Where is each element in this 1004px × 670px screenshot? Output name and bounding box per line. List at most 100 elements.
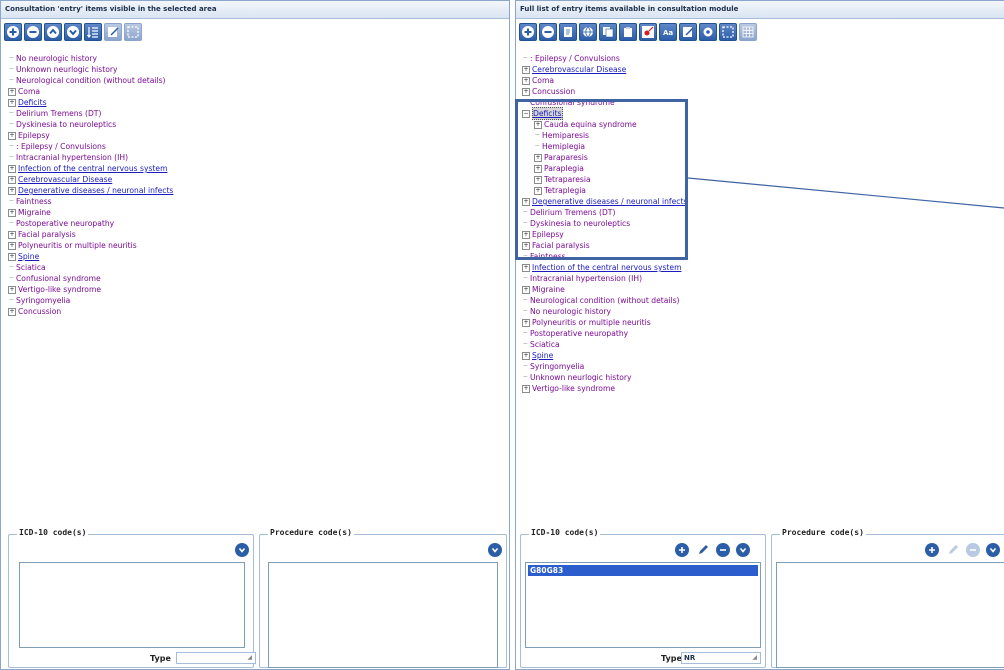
edit-button[interactable] <box>679 23 697 41</box>
expand-icon[interactable]: + <box>8 252 16 261</box>
tree-item-label[interactable]: Migraine <box>18 207 51 218</box>
tree-item-label[interactable]: Vertigo-like syndrome <box>18 284 101 295</box>
left-icd-list[interactable] <box>19 562 245 648</box>
tree-item-label[interactable]: Sciatica <box>16 262 46 273</box>
tree-item[interactable]: ┄ Dyskinesia to neuroleptics <box>7 119 173 130</box>
tree-item[interactable]: ┄ Postoperative neuropathy <box>521 328 687 339</box>
right-icd-add-button[interactable] <box>675 543 689 557</box>
expand-icon[interactable]: + <box>522 318 530 327</box>
left-procedure-list[interactable] <box>268 562 498 668</box>
tree-item-label[interactable]: Spine <box>532 350 553 361</box>
expand-icon[interactable]: + <box>8 186 16 195</box>
tree-item-label[interactable]: Confusional syndrome <box>16 273 101 284</box>
tree-item[interactable]: + Infection of the central nervous system <box>7 163 173 174</box>
select-area-button[interactable] <box>719 23 737 41</box>
tree-item-label[interactable]: Spine <box>18 251 39 262</box>
expand-icon[interactable]: + <box>8 208 16 217</box>
tree-item-label[interactable]: Syringomyelia <box>530 361 584 372</box>
expand-icon[interactable]: + <box>8 87 16 96</box>
tree-item[interactable]: + Migraine <box>7 207 173 218</box>
tree-item-label[interactable]: Cerebrovascular Disease <box>18 174 112 185</box>
right-type-select[interactable]: NR ◢ <box>681 652 761 664</box>
right-procedure-list[interactable] <box>776 562 1004 668</box>
right-icd-down-button[interactable] <box>736 543 750 557</box>
tree-item[interactable]: + Vertigo-like syndrome <box>521 383 687 394</box>
tree-item[interactable]: ┄ Neurological condition (without details… <box>7 75 173 86</box>
tree-item-label[interactable]: Coma <box>532 75 554 86</box>
expand-icon[interactable]: + <box>8 230 16 239</box>
left-type-select[interactable]: ◢ <box>176 652 256 664</box>
tree-item[interactable]: ┄ Syringomyelia <box>521 361 687 372</box>
tree-item-label[interactable]: Faintness <box>16 196 52 207</box>
expand-icon[interactable]: + <box>522 87 530 96</box>
tree-item[interactable]: ┄ No neurologic history <box>7 53 173 64</box>
tree-item[interactable]: ┄ Intracranial hypertension (IH) <box>521 273 687 284</box>
tree-item-label[interactable]: Deficits <box>18 97 47 108</box>
tree-item[interactable]: ┄ Syringomyelia <box>7 295 173 306</box>
tree-item[interactable]: + Concussion <box>7 306 173 317</box>
tree-item[interactable]: + Spine <box>521 350 687 361</box>
expand-icon[interactable]: + <box>8 98 16 107</box>
tree-item[interactable]: + Deficits <box>7 97 173 108</box>
tree-item[interactable]: ┄ Unknown neurlogic history <box>7 64 173 75</box>
tree-item[interactable]: ┄ Delirium Tremens (DT) <box>7 108 173 119</box>
tree-item[interactable]: ┄ Sciatica <box>521 339 687 350</box>
tree-item[interactable]: + Polyneuritis or multiple neuritis <box>7 240 173 251</box>
expand-icon[interactable]: + <box>522 285 530 294</box>
tree-item-label[interactable]: Migraine <box>532 284 565 295</box>
tree-item[interactable]: ┄ Postoperative neuropathy <box>7 218 173 229</box>
right-procedure-remove-button[interactable] <box>966 543 980 557</box>
tree-item-label[interactable]: Syringomyelia <box>16 295 70 306</box>
expand-icon[interactable]: + <box>522 384 530 393</box>
tree-item[interactable]: + Degenerative diseases / neuronal infect… <box>7 185 173 196</box>
pencil-icon[interactable] <box>946 543 960 557</box>
expand-icon[interactable]: + <box>522 263 530 272</box>
tree-item-label[interactable]: Coma <box>18 86 40 97</box>
expand-icon[interactable]: + <box>522 65 530 74</box>
pencil-icon[interactable] <box>696 543 710 557</box>
tree-item[interactable]: ┄: Epilepsy / Convulsions <box>521 53 687 64</box>
document-button[interactable] <box>559 23 577 41</box>
tree-item-label[interactable]: Delirium Tremens (DT) <box>16 108 101 119</box>
tree-item-label[interactable]: Sciatica <box>530 339 560 350</box>
left-tree[interactable]: ┄ No neurologic history ┄ Unknown neurlogic… <box>7 53 173 317</box>
tree-item-label[interactable]: Intracranial hypertension (IH) <box>530 273 642 284</box>
tree-item[interactable]: + Cerebrovascular Disease <box>521 64 687 75</box>
move-up-button[interactable] <box>44 23 62 41</box>
tree-item[interactable]: ┄ Neurological condition (without details… <box>521 295 687 306</box>
tree-item[interactable]: + Infection of the central nervous system <box>521 262 687 273</box>
record-button[interactable] <box>639 23 657 41</box>
tree-item-label[interactable]: Polyneuritis or multiple neuritis <box>18 240 137 251</box>
tree-item[interactable]: + Spine <box>7 251 173 262</box>
right-procedure-add-button[interactable] <box>925 543 939 557</box>
tree-item[interactable]: + Polyneuritis or multiple neuritis <box>521 317 687 328</box>
tree-item[interactable]: + Epilepsy <box>7 130 173 141</box>
add-button[interactable] <box>4 23 22 41</box>
tree-item[interactable]: + Facial paralysis <box>7 229 173 240</box>
tree-item-label[interactable]: Epilepsy <box>18 130 50 141</box>
tree-item-label[interactable]: No neurologic history <box>530 306 611 317</box>
tree-item-label[interactable]: Cerebrovascular Disease <box>532 64 626 75</box>
tree-item-label[interactable]: Postoperative neuropathy <box>530 328 628 339</box>
tree-item-label[interactable]: Polyneuritis or multiple neuritis <box>532 317 651 328</box>
tree-item-label[interactable]: Unknown neurlogic history <box>530 372 631 383</box>
tree-item[interactable]: + Vertigo-like syndrome <box>7 284 173 295</box>
globe-button[interactable] <box>579 23 597 41</box>
tree-item-label[interactable]: Concussion <box>532 86 575 97</box>
tree-item[interactable]: ┄: Epilepsy / Convulsions <box>7 141 173 152</box>
tree-item-label[interactable]: : Epilepsy / Convulsions <box>16 141 106 152</box>
remove-button[interactable] <box>24 23 42 41</box>
tree-item[interactable]: ┄ Sciatica <box>7 262 173 273</box>
tree-item[interactable]: ┄ Unknown neurlogic history <box>521 372 687 383</box>
tree-item[interactable]: + Concussion <box>521 86 687 97</box>
tree-item-label[interactable]: No neurologic history <box>16 53 97 64</box>
move-down-button[interactable] <box>64 23 82 41</box>
tree-item[interactable]: + Cerebrovascular Disease <box>7 174 173 185</box>
sort-button[interactable] <box>84 23 102 41</box>
tree-item[interactable]: ┄ Confusional syndrome <box>7 273 173 284</box>
tree-item[interactable]: + Coma <box>521 75 687 86</box>
grid-button[interactable] <box>739 23 757 41</box>
icd-code-item[interactable]: G80G83 <box>528 565 758 576</box>
expand-icon[interactable]: + <box>522 351 530 360</box>
text-size-button[interactable]: Aa <box>659 23 677 41</box>
